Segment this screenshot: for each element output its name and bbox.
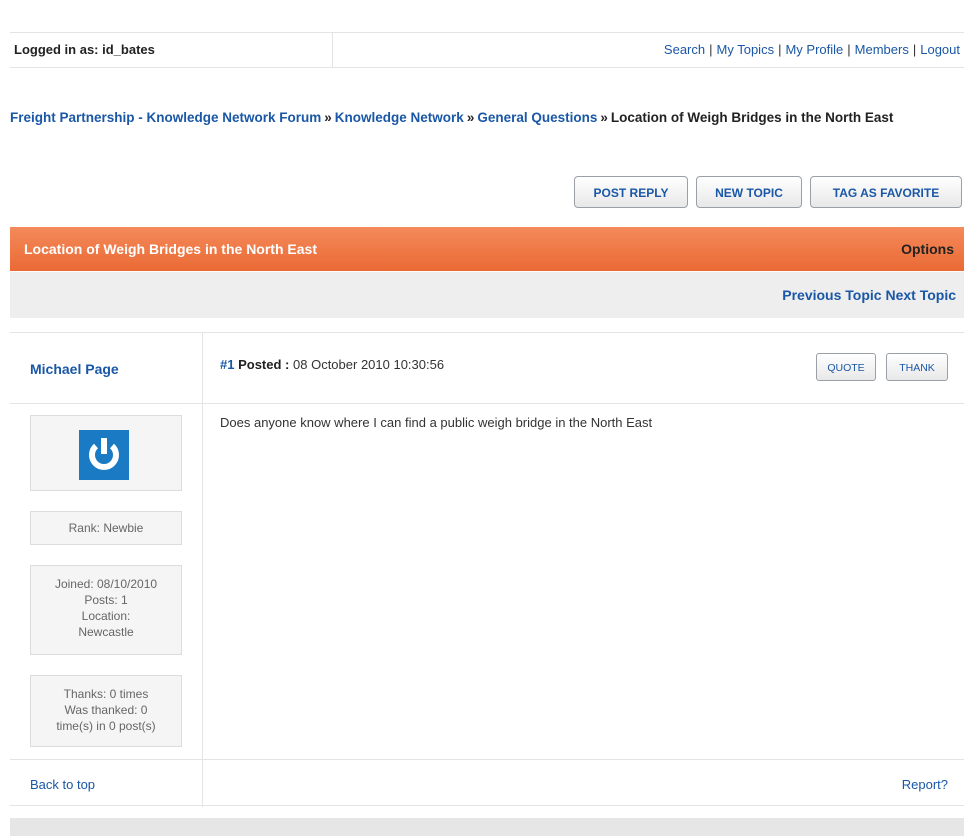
- column-divider: [202, 333, 203, 807]
- new-topic-button[interactable]: NEW TOPIC: [696, 176, 802, 208]
- previous-topic-link[interactable]: Previous Topic: [782, 287, 881, 303]
- breadcrumb-knowledge-network[interactable]: Knowledge Network: [335, 110, 464, 125]
- location-value: Newcastle: [78, 625, 134, 639]
- link-separator: |: [912, 42, 917, 57]
- my-profile-link[interactable]: My Profile: [785, 42, 843, 57]
- footer-bar: [10, 818, 964, 836]
- next-topic-link[interactable]: Next Topic: [885, 287, 956, 303]
- breadcrumb-separator: »: [600, 110, 608, 125]
- author-name[interactable]: Michael Page: [30, 361, 119, 377]
- options-menu[interactable]: Options: [901, 227, 954, 271]
- logout-link[interactable]: Logout: [920, 42, 960, 57]
- search-link[interactable]: Search: [664, 42, 705, 57]
- post-reply-button[interactable]: POST REPLY: [574, 176, 688, 208]
- link-separator: |: [778, 42, 782, 57]
- link-separator: |: [709, 42, 713, 57]
- breadcrumb-general-questions[interactable]: General Questions: [477, 110, 597, 125]
- breadcrumb: Freight Partnership - Knowledge Network …: [10, 109, 964, 126]
- breadcrumb-separator: »: [324, 110, 332, 125]
- quote-button[interactable]: QUOTE: [816, 353, 876, 381]
- report-link[interactable]: Report?: [902, 777, 948, 792]
- post-number-link[interactable]: #1: [220, 357, 234, 372]
- member-stats-box: Joined: 08/10/2010 Posts: 1 Location: Ne…: [30, 565, 182, 655]
- thanked-detail: time(s) in 0 post(s): [56, 719, 156, 733]
- post-meta: #1 Posted : 08 October 2010 10:30:56: [220, 357, 444, 372]
- thanks-box: Thanks: 0 times Was thanked: 0 time(s) i…: [30, 675, 182, 747]
- thanks-given: Thanks: 0 times: [63, 687, 149, 701]
- row-divider: [10, 403, 964, 404]
- link-separator: |: [847, 42, 851, 57]
- topic-navigation: Previous Topic Next Topic: [10, 272, 964, 318]
- location-label: Location:: [81, 609, 131, 623]
- rank-box: Rank: Newbie: [30, 511, 182, 545]
- breadcrumb-separator: »: [466, 110, 475, 125]
- breadcrumb-current: Location of Weigh Bridges in the North E…: [610, 110, 894, 125]
- login-bar: Logged in as: id_bates Search | My Topics |…: [10, 32, 964, 68]
- rank-label: Rank: Newbie: [68, 521, 144, 535]
- logged-in-label: Logged in as: id_bates: [10, 33, 333, 67]
- user-links: Search | My Topics | My Profile | Members | Logo…: [664, 33, 960, 67]
- row-divider: [10, 805, 964, 806]
- my-topics-link[interactable]: My Topics: [717, 42, 775, 57]
- power-icon: [89, 438, 119, 470]
- thank-button[interactable]: THANK: [886, 353, 948, 381]
- joined-date: Joined: 08/10/2010: [54, 577, 158, 591]
- breadcrumb-forum[interactable]: Freight Partnership - Knowledge Network …: [10, 110, 321, 125]
- avatar[interactable]: [79, 430, 129, 480]
- post-count: Posts: 1: [84, 593, 128, 607]
- post-message: Does anyone know where I can find a publ…: [220, 415, 653, 430]
- posted-label: Posted :: [238, 357, 290, 372]
- avatar-box: [30, 415, 182, 491]
- tag-favorite-button[interactable]: TAG AS FAVORITE: [810, 176, 962, 208]
- back-to-top-link[interactable]: Back to top: [30, 777, 95, 792]
- row-divider: [10, 759, 964, 760]
- topic-title: Location of Weigh Bridges in the North E…: [24, 241, 317, 257]
- was-thanked: Was thanked: 0: [64, 703, 148, 717]
- members-link[interactable]: Members: [855, 42, 909, 57]
- topic-header: Location of Weigh Bridges in the North E…: [10, 227, 964, 271]
- posted-date: 08 October 2010 10:30:56: [293, 357, 445, 372]
- post: Michael Page #1 Posted : 08 October 2010…: [10, 332, 964, 807]
